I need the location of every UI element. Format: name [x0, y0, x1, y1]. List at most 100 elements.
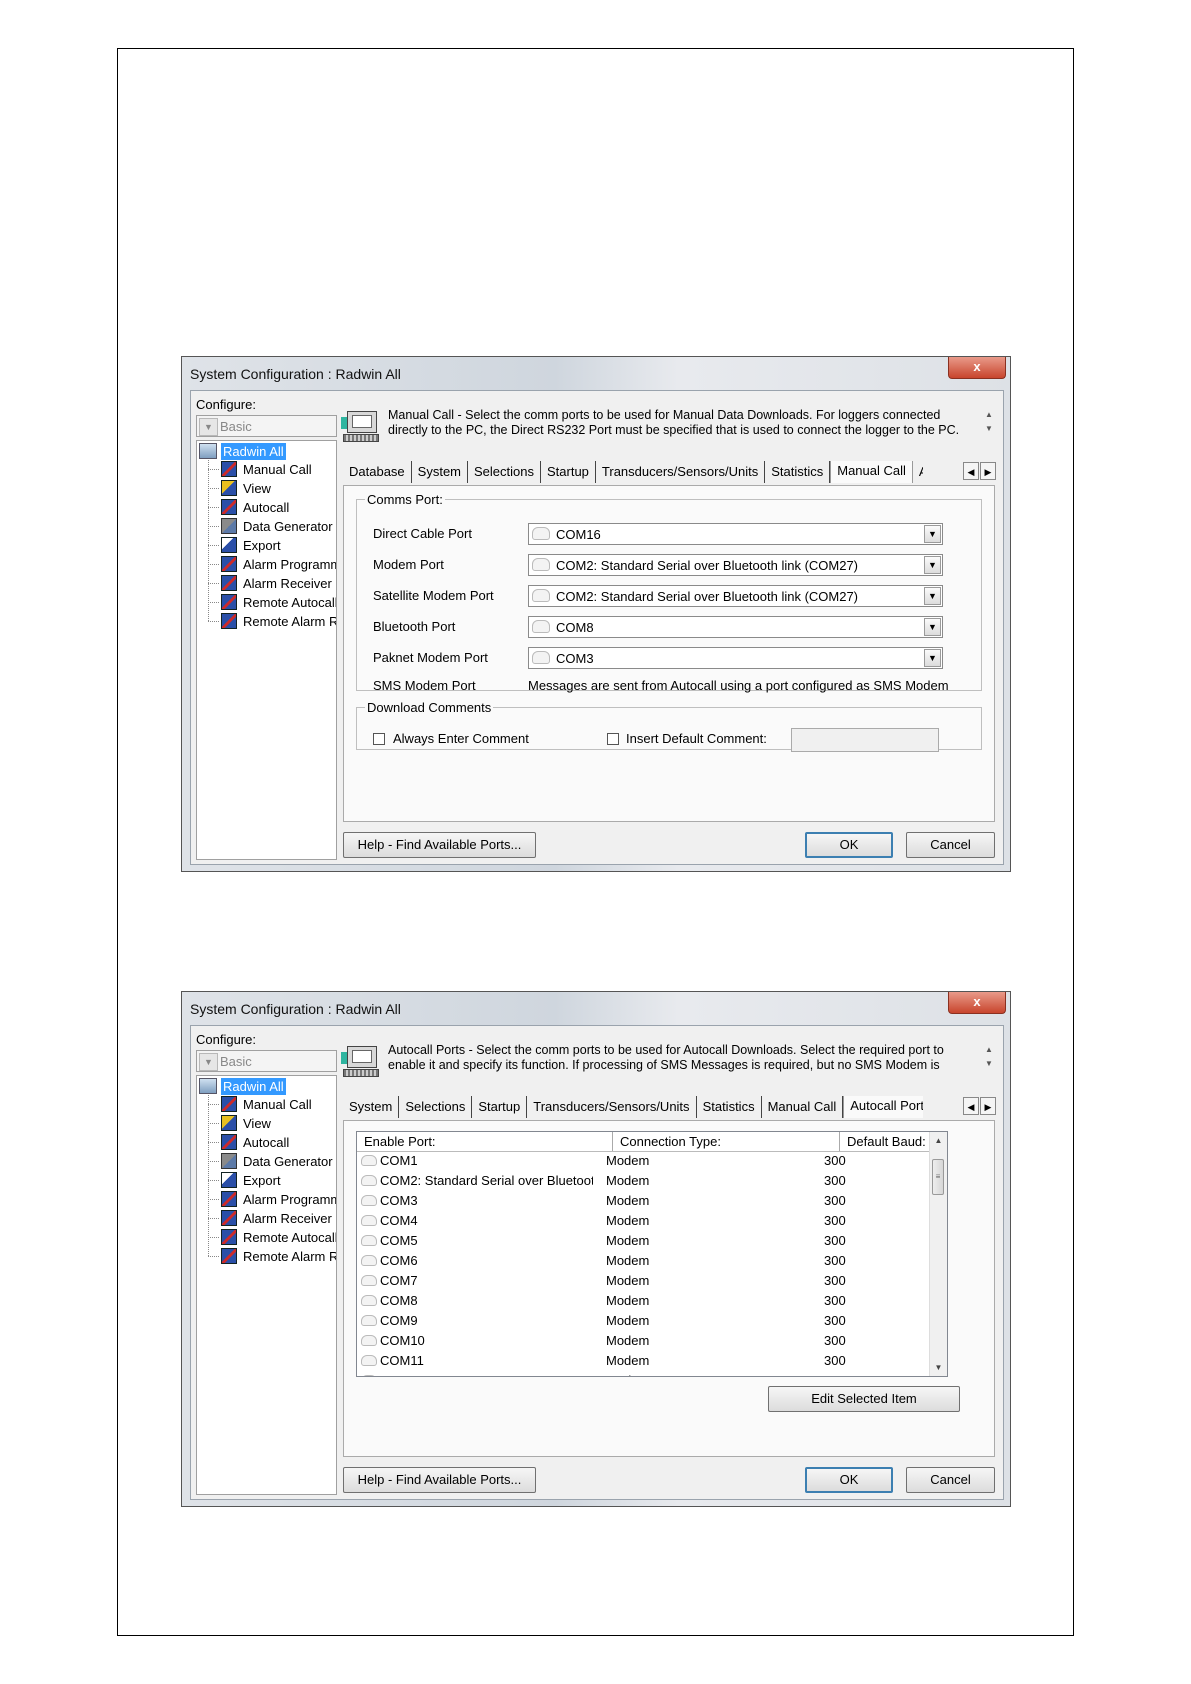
cancel-button[interactable]: Cancel — [906, 1467, 995, 1493]
tab-transducers-sensors-units[interactable]: Transducers/Sensors/Units — [596, 461, 766, 483]
list-header: Enable Port: Connection Type: Default Baud… — [357, 1132, 931, 1152]
tab-scroll-left-icon[interactable]: ◀ — [963, 1097, 979, 1115]
tree-connector — [208, 545, 219, 546]
list-row[interactable]: COM3 Modem 300 — [357, 1192, 931, 1211]
scroll-down-icon[interactable]: ▼ — [983, 1057, 995, 1071]
list-row[interactable]: COM10 Modem 300 — [357, 1332, 931, 1351]
configuration-tree[interactable]: Radwin All Manual Call View Autocall Data Ge… — [196, 440, 337, 860]
list-row[interactable]: COM12 Modem 300 — [357, 1372, 931, 1376]
port-select[interactable]: COM16 ▼ — [528, 523, 943, 545]
chevron-down-icon[interactable]: ▼ — [924, 649, 941, 667]
chevron-down-icon[interactable]: ▼ — [199, 1053, 218, 1071]
tab-manual-call[interactable]: Manual Call — [830, 461, 913, 483]
tab-selections[interactable]: Selections — [399, 1096, 473, 1118]
comms-port-legend: Comms Port: — [367, 492, 443, 507]
port-select[interactable]: COM8 ▼ — [528, 616, 943, 638]
list-row[interactable]: COM6 Modem 300 — [357, 1252, 931, 1271]
row-default-baud: 300 — [824, 1333, 846, 1348]
list-scrollbar[interactable]: ▲ ≡ ▼ — [929, 1132, 947, 1376]
tab-autocall-ports[interactable]: Autocall Ports — [843, 1096, 923, 1118]
sms-modem-port-text: Messages are sent from Autocall using a … — [528, 678, 949, 693]
view-icon — [221, 1115, 237, 1131]
close-button[interactable]: x — [948, 992, 1006, 1014]
tree-item-label: Remote Alarm R — [243, 614, 337, 629]
port-select[interactable]: COM3 ▼ — [528, 647, 943, 669]
port-icon — [532, 651, 550, 664]
always-enter-comment-label[interactable]: Always Enter Comment — [393, 731, 529, 746]
row-connection-type: Modem — [606, 1233, 650, 1248]
port-icon — [361, 1175, 377, 1186]
edit-selected-item-button[interactable]: Edit Selected Item — [768, 1386, 960, 1412]
list-row[interactable]: COM9 Modem 300 — [357, 1312, 931, 1331]
configuration-tree[interactable]: Radwin All Manual Call View Autocall Data Ge… — [196, 1075, 337, 1495]
tree-connector — [208, 583, 219, 584]
row-connection-type: Modem — [606, 1153, 650, 1168]
chevron-down-icon[interactable]: ▼ — [924, 618, 941, 636]
list-row[interactable]: COM1 Modem 300 — [357, 1152, 931, 1171]
help-find-ports-button[interactable]: Help - Find Available Ports... — [343, 1467, 536, 1493]
insert-default-comment-checkbox[interactable] — [607, 733, 619, 745]
description-scroll[interactable]: ▲ ▼ — [983, 1043, 995, 1071]
tree-connector — [208, 507, 219, 508]
chevron-down-icon[interactable]: ▼ — [924, 587, 941, 605]
tree-item-label: Data Generator — [243, 1154, 333, 1169]
column-header[interactable]: Enable Port: — [357, 1132, 613, 1151]
scroll-down-icon[interactable]: ▼ — [930, 1359, 947, 1376]
scroll-up-icon[interactable]: ▲ — [983, 408, 995, 422]
scroll-up-icon[interactable]: ▲ — [983, 1043, 995, 1057]
list-row[interactable]: COM5 Modem 300 — [357, 1232, 931, 1251]
tab-startup[interactable]: Startup — [472, 1096, 528, 1118]
chevron-down-icon[interactable]: ▼ — [199, 418, 218, 436]
ok-button[interactable]: OK — [805, 832, 893, 858]
cancel-button[interactable]: Cancel — [906, 832, 995, 858]
close-button[interactable]: x — [948, 357, 1006, 379]
tab-autoca[interactable]: Autoca — [913, 461, 923, 483]
tab-scroll-left-icon[interactable]: ◀ — [963, 462, 979, 480]
port-select[interactable]: COM2: Standard Serial over Bluetooth lin… — [528, 554, 943, 576]
tab-system[interactable]: System — [412, 461, 468, 483]
tab-transducers-sensors-units[interactable]: Transducers/Sensors/Units — [527, 1096, 697, 1118]
tree-item-label: Remote Autocall — [243, 595, 337, 610]
configure-level-select[interactable]: ▼ Basic — [196, 415, 337, 437]
row-connection-type: Modem — [606, 1313, 650, 1328]
port-select[interactable]: COM2: Standard Serial over Bluetooth lin… — [528, 585, 943, 607]
list-row[interactable]: COM11 Modem 300 — [357, 1352, 931, 1371]
computer-icon — [199, 1078, 217, 1094]
tab-scroll-right-icon[interactable]: ▶ — [980, 1097, 996, 1115]
tab-system[interactable]: System — [343, 1096, 400, 1118]
remote-alarm-icon — [221, 613, 237, 629]
list-row[interactable]: COM7 Modem 300 — [357, 1272, 931, 1291]
description-scroll[interactable]: ▲ ▼ — [983, 408, 995, 436]
tab-scroll-right-icon[interactable]: ▶ — [980, 462, 996, 480]
tab-selections[interactable]: Selections — [468, 461, 541, 483]
row-port: COM6 — [361, 1253, 593, 1268]
row-default-baud: 300 — [824, 1153, 846, 1168]
column-header[interactable]: Connection Type: — [613, 1132, 840, 1151]
chevron-down-icon[interactable]: ▼ — [924, 556, 941, 574]
tab-statistics[interactable]: Statistics — [765, 461, 831, 483]
view-icon — [221, 480, 237, 496]
insert-default-comment-label[interactable]: Insert Default Comment: — [626, 731, 767, 746]
ok-button[interactable]: OK — [805, 1467, 893, 1493]
tab-startup[interactable]: Startup — [541, 461, 596, 483]
row-port-label: COM11 — [380, 1353, 424, 1368]
list-row[interactable]: COM8 Modem 300 — [357, 1292, 931, 1311]
comms-port-group: Comms Port: Direct Cable Port COM16 ▼ Modem … — [356, 492, 982, 693]
scroll-down-icon[interactable]: ▼ — [983, 422, 995, 436]
scroll-up-icon[interactable]: ▲ — [930, 1132, 947, 1149]
list-row[interactable]: COM2: Standard Serial over Bluetooth ...… — [357, 1172, 931, 1191]
list-row[interactable]: COM4 Modem 300 — [357, 1212, 931, 1231]
row-port-label: COM7 — [380, 1273, 418, 1288]
tab-statistics[interactable]: Statistics — [697, 1096, 762, 1118]
help-find-ports-button[interactable]: Help - Find Available Ports... — [343, 832, 536, 858]
configure-level-select[interactable]: ▼ Basic — [196, 1050, 337, 1072]
tree-connector — [208, 564, 219, 565]
scroll-thumb[interactable]: ≡ — [932, 1159, 944, 1195]
manual-call-icon — [221, 461, 237, 477]
always-enter-comment-checkbox[interactable] — [373, 733, 385, 745]
autocall-ports-list[interactable]: Enable Port: Connection Type: Default Baud… — [356, 1131, 948, 1377]
tab-database[interactable]: Database — [343, 461, 412, 483]
chevron-down-icon[interactable]: ▼ — [924, 525, 941, 543]
tab-manual-call[interactable]: Manual Call — [762, 1096, 844, 1118]
row-default-baud: 300 — [824, 1173, 846, 1188]
